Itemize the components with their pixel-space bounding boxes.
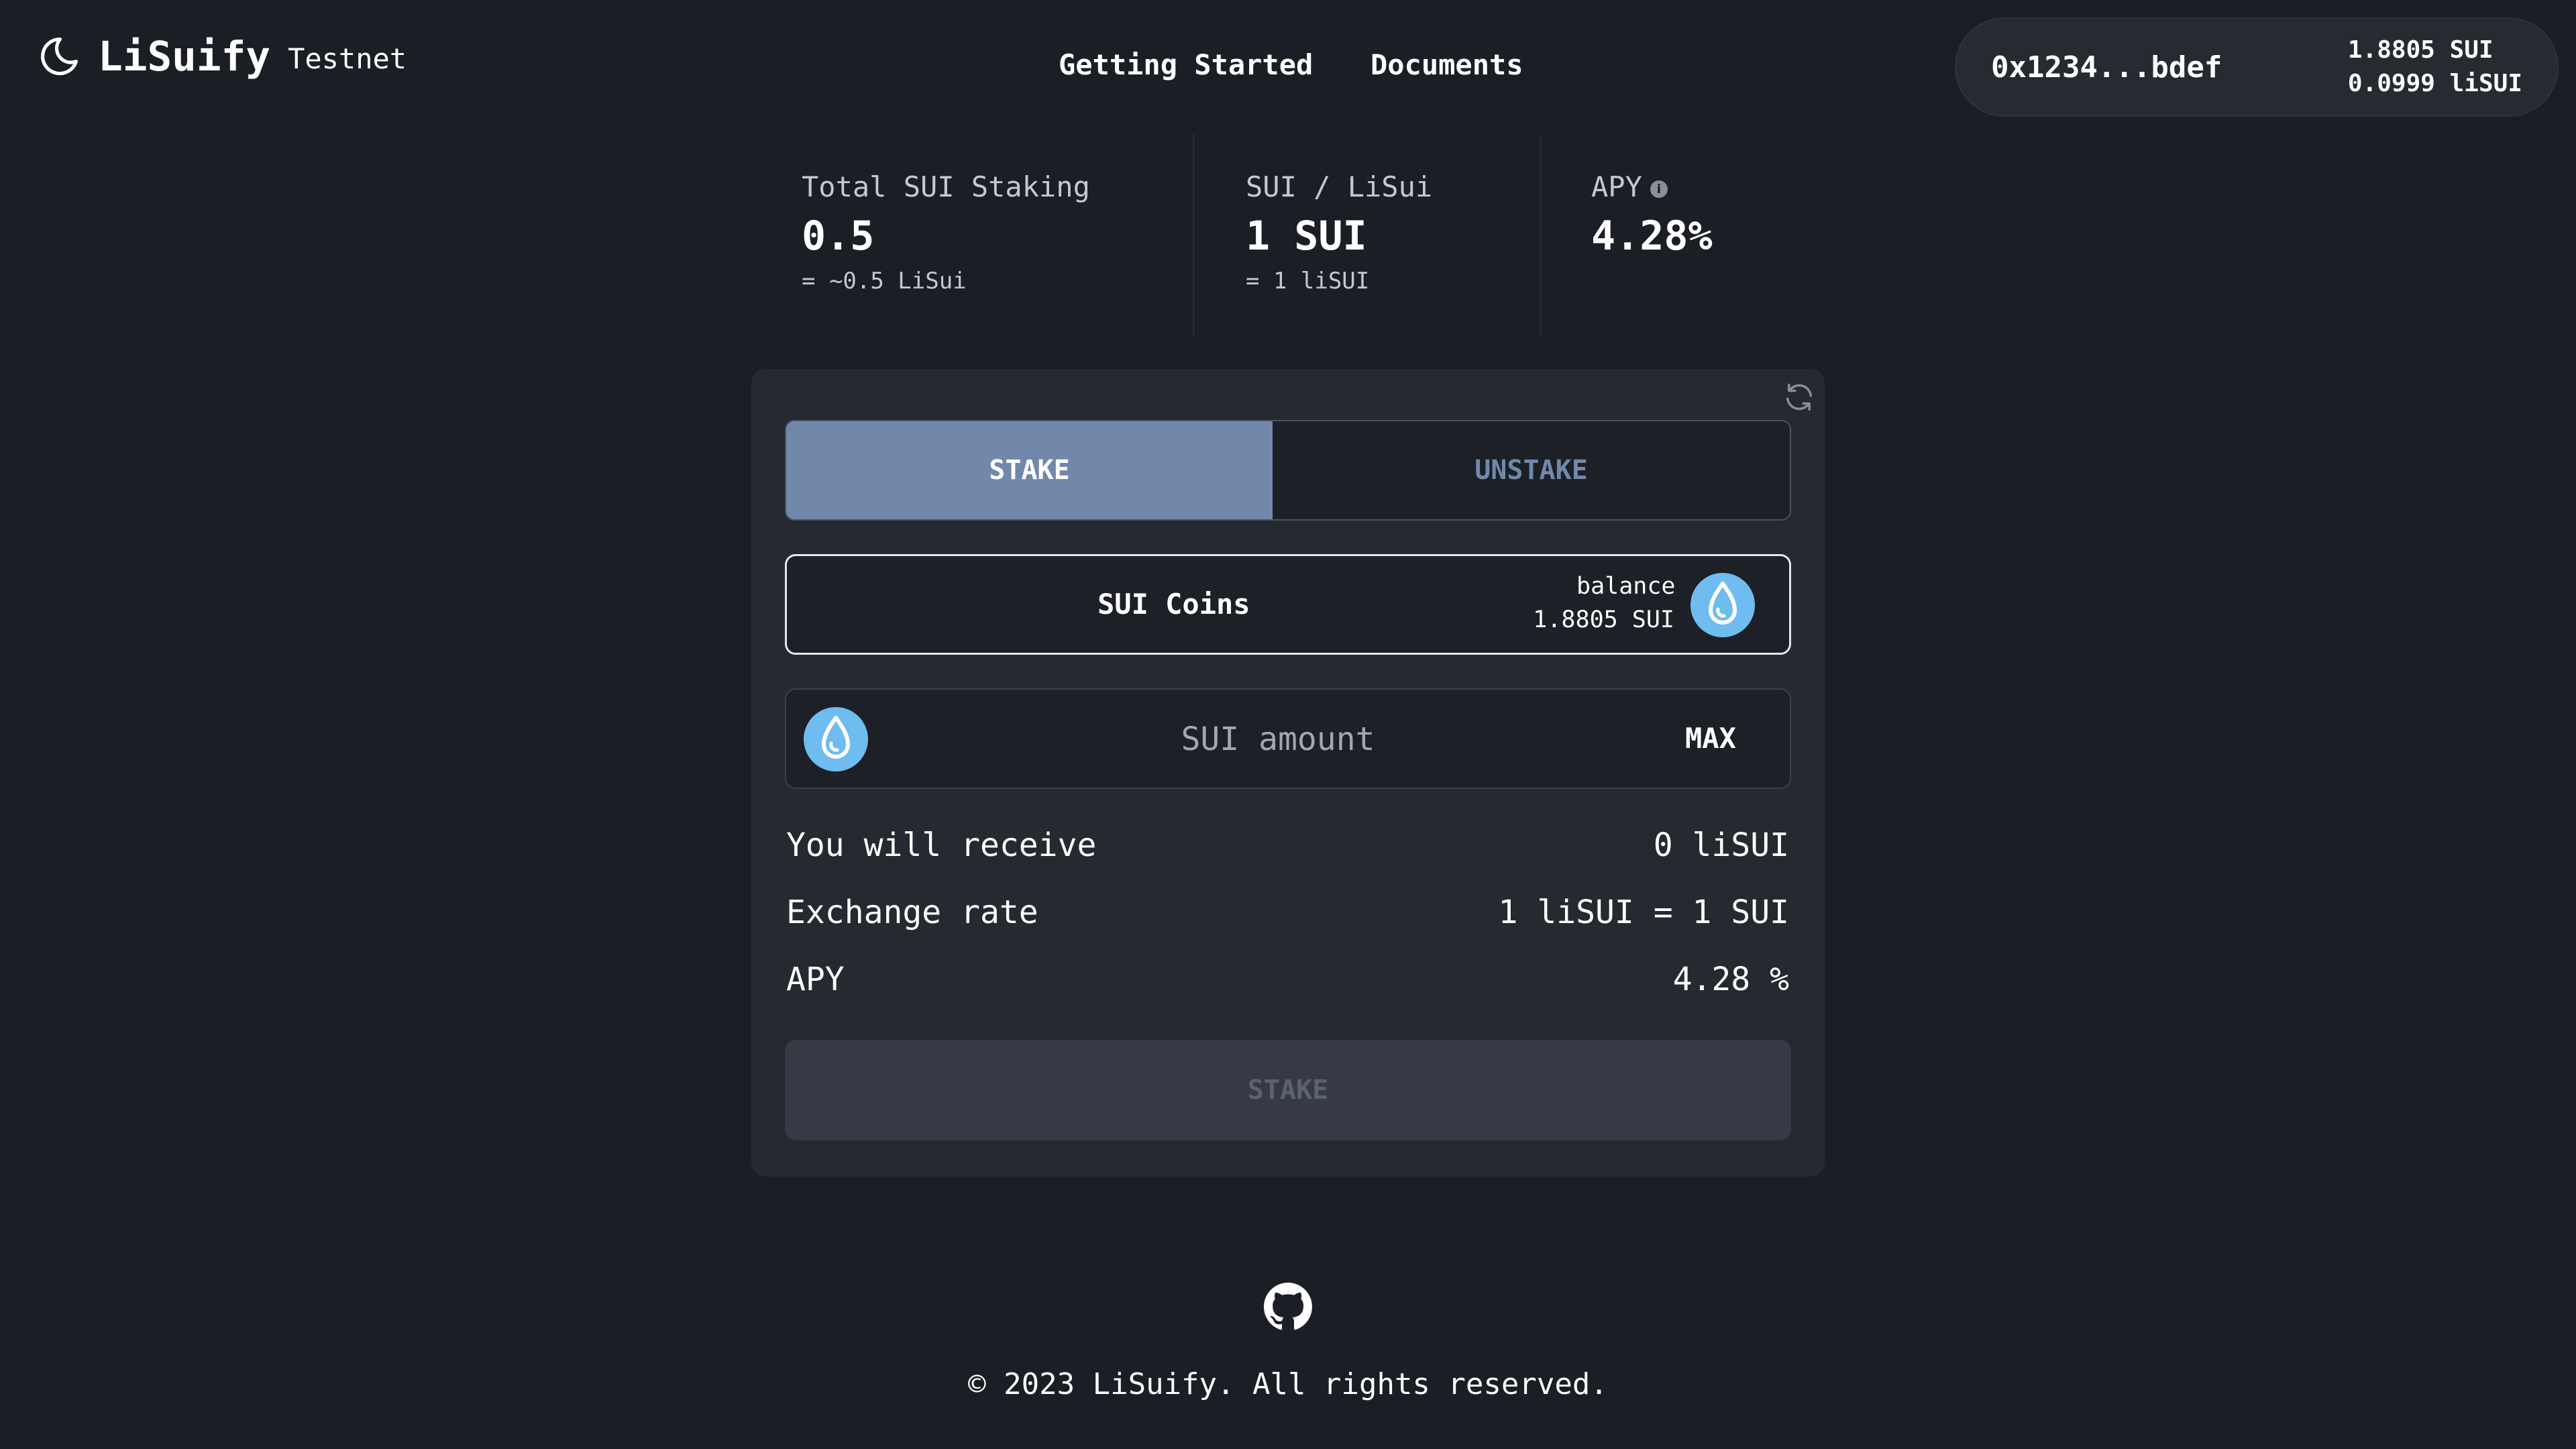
stat-exchange: SUI / LiSui 1 SUI = 1 liSUI [1246, 170, 1432, 294]
balance-label: balance [1576, 573, 1676, 600]
stat-value: 1 SUI [1246, 213, 1367, 260]
wallet-balances: 1.8805 SUI 0.0999 liSUI [2348, 34, 2522, 101]
network-label: Testnet [288, 42, 407, 75]
stat-divider [1540, 134, 1542, 335]
stake-submit-button[interactable]: STAKE [785, 1040, 1791, 1140]
stat-sub: = ~0.5 LiSui [802, 268, 967, 294]
coin-selector-label: SUI Coins [1097, 588, 1250, 621]
stat-value: 0.5 [802, 213, 875, 260]
max-button[interactable]: MAX [1685, 722, 1736, 755]
sui-drop-icon [804, 707, 868, 771]
coin-selector[interactable] [785, 554, 1791, 655]
exchange-rate-label: Exchange rate [786, 894, 1038, 931]
stat-total-staking: Total SUI Staking 0.5 = ~0.5 LiSui [802, 170, 1090, 294]
wallet-address: 0x1234...bdef [1991, 50, 2222, 85]
stat-label: SUI / LiSui [1246, 170, 1433, 203]
wallet-sui-balance: 1.8805 SUI [2347, 36, 2493, 64]
moon-icon [41, 37, 78, 76]
sui-amount-input[interactable] [885, 706, 1670, 773]
stat-label: Total SUI Staking [802, 170, 1090, 203]
stat-label: APY i [1591, 170, 1713, 203]
stat-apy: APY i 4.28% [1591, 170, 1713, 260]
apy-value: 4.28 % [1672, 961, 1789, 998]
apy-label: APY [786, 961, 845, 998]
balance-value: 1.8805 SUI [1533, 606, 1674, 633]
nav-documents[interactable]: Documents [1371, 48, 1523, 81]
tab-unstake[interactable]: UNSTAKE [1273, 421, 1790, 519]
receive-label: You will receive [786, 826, 1097, 864]
stat-value: 4.28% [1591, 213, 1713, 260]
stake-tabs: STAKE UNSTAKE [785, 420, 1791, 521]
tab-stake[interactable]: STAKE [786, 421, 1273, 519]
receive-value: 0 liSUI [1653, 826, 1789, 864]
nav-getting-started[interactable]: Getting Started [1059, 48, 1313, 81]
exchange-rate-value: 1 liSUI = 1 SUI [1498, 894, 1789, 931]
stat-sub: = 1 liSUI [1246, 268, 1370, 294]
footer-copyright: © 2023 LiSuify. All rights reserved. [968, 1367, 1608, 1401]
github-icon[interactable] [1264, 1283, 1312, 1331]
info-icon[interactable]: i [1650, 180, 1668, 198]
sui-drop-icon [1690, 573, 1755, 637]
logo[interactable]: LiSuify Testnet [35, 32, 407, 80]
wallet-button[interactable]: 0x1234...bdef 1.8805 SUI 0.0999 liSUI [1955, 17, 2559, 117]
stat-divider [1193, 134, 1194, 335]
app-name: LiSuify [98, 32, 271, 80]
stat-apy-label: APY [1591, 170, 1642, 203]
refresh-icon[interactable] [1782, 380, 1817, 415]
wallet-lisui-balance: 0.0999 liSUI [2347, 70, 2522, 97]
